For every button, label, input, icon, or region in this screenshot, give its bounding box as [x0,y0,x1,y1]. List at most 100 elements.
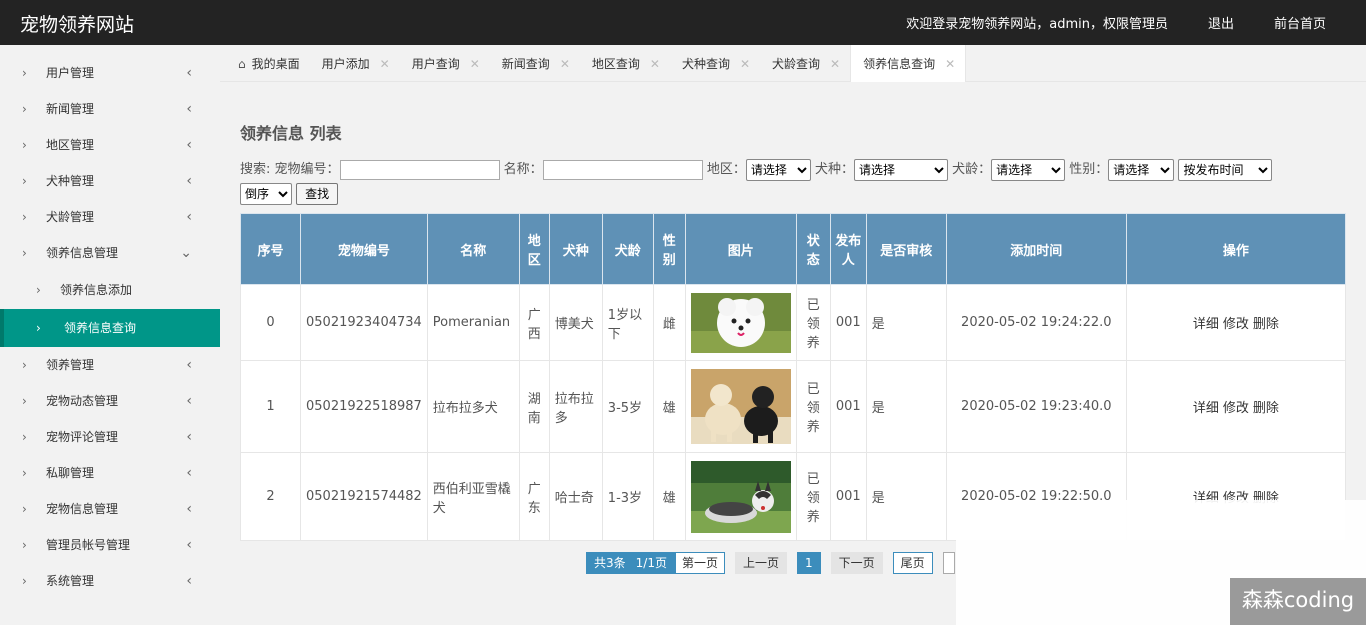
sidebar-item-label: 新闻管理 [46,102,95,116]
edit-link[interactable]: 修改 [1223,317,1249,332]
col-header: 犬龄 [601,213,654,285]
cell-audited: 是 [865,452,947,541]
chevron-right-icon: › [22,210,27,224]
detail-link[interactable]: 详细 [1193,401,1219,416]
pager-pages: 1/1页 [633,552,675,574]
logout-link[interactable]: 退出 [1208,13,1234,32]
tab-region-query[interactable]: 地区查询 ✕ [580,45,670,82]
close-icon[interactable]: ✕ [650,46,660,82]
cell-code: 05021921574482 [300,452,428,541]
tab-age-query[interactable]: 犬龄查询 ✕ [760,45,850,82]
pager-next-button[interactable]: 下一页 [830,552,883,574]
col-header: 发布人 [829,213,867,285]
search-form: 搜索: 宠物编号： 名称： 地区： 请选择 犬种： 请选择 犬龄： 请选择 性别： 请选… [240,158,1320,206]
pager-last-button[interactable]: 尾页 [892,552,933,574]
sidebar-item-adoption-mgmt[interactable]: › 领养管理 ‹ [0,347,220,383]
chevron-right-icon: › [22,138,27,152]
close-icon[interactable]: ✕ [560,46,570,82]
chevron-right-icon: › [36,283,41,297]
close-icon[interactable]: ✕ [945,46,955,82]
sidebar-item-pet-news-mgmt[interactable]: › 宠物动态管理 ‹ [0,383,220,419]
close-icon[interactable]: ✕ [830,46,840,82]
col-header: 性别 [652,213,686,285]
pet-name-input[interactable] [542,159,703,180]
labrador-photo[interactable] [690,369,791,444]
sidebar-item-news-mgmt[interactable]: › 新闻管理 ‹ [0,91,220,127]
chevron-down-icon: ⌄ [180,245,192,261]
detail-link[interactable]: 详细 [1193,317,1219,332]
sidebar-item-label: 宠物信息管理 [46,502,119,516]
sidebar-item-pet-comment-mgmt[interactable]: › 宠物评论管理 ‹ [0,419,220,455]
search-name-label: 名称： [503,162,543,177]
tab-news-query[interactable]: 新闻查询 ✕ [490,45,580,82]
sidebar-item-region-mgmt[interactable]: › 地区管理 ‹ [0,127,220,163]
sidebar-item-label: 用户管理 [46,66,95,80]
tab-breed-query[interactable]: 犬种查询 ✕ [670,45,760,82]
sidebar-item-chat-mgmt[interactable]: › 私聊管理 ‹ [0,455,220,491]
find-button[interactable]: 查找 [296,182,339,205]
chevron-left-icon: ‹ [186,573,192,589]
chevron-right-icon: › [22,394,27,408]
sidebar-subitem-adoption-add[interactable]: › 领养信息添加 [0,271,220,309]
close-icon[interactable]: ✕ [380,46,390,82]
delete-link[interactable]: 删除 [1253,401,1279,416]
sidebar-item-age-mgmt[interactable]: › 犬龄管理 ‹ [0,199,220,235]
sort-field-select[interactable]: 按发布时间 [1178,158,1273,181]
chevron-right-icon: › [36,321,41,335]
region-select[interactable]: 请选择 [745,158,811,181]
tab-bar: ⌂ 我的桌面 用户添加 ✕ 用户查询 ✕ 新闻查询 ✕ 地区查询 ✕ 犬种查询 ✕ 犬龄查询… [220,45,1366,82]
col-header: 名称 [426,213,520,285]
chevron-right-icon: › [22,430,27,444]
tab-label: 新闻查询 [501,56,550,71]
cell-publisher: 001 [829,284,867,361]
sidebar-item-label: 领养信息添加 [60,283,133,297]
cell-image [684,360,797,453]
cell-code: 05021922518987 [300,360,428,453]
tab-my-desktop[interactable]: ⌂ 我的桌面 [226,45,310,82]
tab-user-query[interactable]: 用户查询 ✕ [400,45,490,82]
table-header-row: 序号 宠物编号 名称 地区 犬种 犬龄 性别 图片 状态 发布人 是否审核 添加… [240,213,1347,285]
chevron-left-icon: ‹ [186,209,192,225]
col-header: 操作 [1125,213,1347,285]
sidebar-item-label: 领养管理 [46,358,95,372]
sidebar-item-breed-mgmt[interactable]: › 犬种管理 ‹ [0,163,220,199]
pomeranian-photo[interactable] [690,292,791,353]
cell-ops: 详细 修改 删除 [1125,360,1347,453]
sidebar-item-system-mgmt[interactable]: › 系统管理 ‹ [0,563,220,599]
front-home-link[interactable]: 前台首页 [1274,13,1326,32]
pager-current-page[interactable]: 1 [797,552,821,574]
husky-photo[interactable] [690,460,791,533]
cell-status: 已领养 [795,284,831,361]
pager-prev-button[interactable]: 上一页 [734,552,787,574]
table-row: 1 05021922518987 拉布拉多犬 湖南 拉布拉多 3-5岁 雄 已领… [240,360,1347,453]
sidebar-item-user-mgmt[interactable]: › 用户管理 ‹ [0,55,220,91]
sidebar-subitem-adoption-query[interactable]: › 领养信息查询 [0,309,220,347]
breed-select[interactable]: 请选择 [853,158,948,181]
sort-order-select[interactable]: 倒序 [240,182,292,205]
cell-gender: 雄 [652,452,686,541]
tab-user-add[interactable]: 用户添加 ✕ [310,45,400,82]
edit-link[interactable]: 修改 [1223,401,1249,416]
pager-first-button[interactable]: 第一页 [674,552,725,574]
cell-region: 广东 [518,452,550,541]
age-select[interactable]: 请选择 [991,158,1066,181]
tab-adoption-query[interactable]: 领养信息查询 ✕ [850,45,967,82]
sidebar-item-pet-info-mgmt[interactable]: › 宠物信息管理 ‹ [0,491,220,527]
col-header: 是否审核 [865,213,947,285]
sidebar-item-adoption-info-mgmt[interactable]: › 领养信息管理 ⌄ [0,235,220,271]
gender-select[interactable]: 请选择 [1108,158,1175,181]
sidebar-item-admin-account-mgmt[interactable]: › 管理员帐号管理 ‹ [0,527,220,563]
home-icon: ⌂ [238,56,246,71]
chevron-left-icon: ‹ [186,173,192,189]
close-icon[interactable]: ✕ [740,46,750,82]
cell-gender: 雌 [652,284,686,361]
cell-region: 湖南 [518,360,550,453]
cell-gender: 雄 [652,360,686,453]
pet-code-input[interactable] [339,159,500,180]
col-header: 宠物编号 [300,213,428,285]
close-icon[interactable]: ✕ [470,46,480,82]
delete-link[interactable]: 删除 [1253,317,1279,332]
search-region-label: 地区： [706,162,746,177]
pager-jump-input[interactable] [942,552,955,574]
sidebar-item-label: 领养信息管理 [46,246,119,260]
